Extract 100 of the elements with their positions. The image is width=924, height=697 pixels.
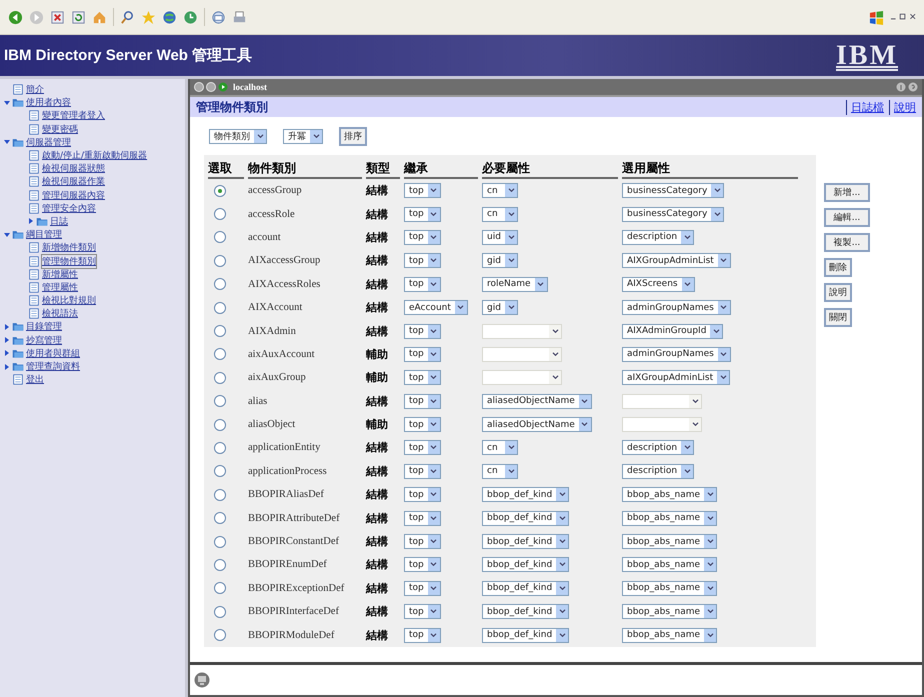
sort-order-dropdown[interactable]: 升冪 bbox=[283, 128, 323, 144]
action-button[interactable]: 刪除 bbox=[824, 258, 852, 277]
action-button[interactable]: 關閉 bbox=[824, 308, 852, 327]
collapsed-triangle-icon[interactable] bbox=[28, 218, 34, 224]
nav-link[interactable]: 登出 bbox=[26, 373, 44, 386]
optional-attribute-dropdown[interactable]: description bbox=[622, 464, 694, 479]
expanded-triangle-icon[interactable] bbox=[4, 232, 10, 238]
optional-attribute-dropdown[interactable]: bbop_abs_name bbox=[622, 487, 718, 502]
radio-button[interactable] bbox=[214, 278, 226, 290]
optional-attribute-dropdown[interactable]: bbop_abs_name bbox=[622, 628, 718, 643]
history-icon[interactable] bbox=[183, 10, 198, 24]
inherit-dropdown[interactable]: top bbox=[404, 628, 441, 643]
radio-button[interactable] bbox=[214, 372, 226, 384]
radio-button[interactable] bbox=[214, 254, 226, 267]
nav-link[interactable]: 綱目管理 bbox=[26, 228, 62, 242]
sort-field-dropdown[interactable]: 物件類別 bbox=[209, 128, 267, 144]
back-icon[interactable] bbox=[8, 10, 23, 24]
nav-link[interactable]: 新增物件類別 bbox=[42, 241, 96, 254]
inherit-dropdown[interactable]: top bbox=[404, 394, 441, 409]
inherit-dropdown[interactable]: top bbox=[404, 346, 441, 362]
radio-button[interactable] bbox=[214, 606, 226, 618]
collapsed-triangle-icon[interactable] bbox=[4, 364, 10, 370]
header-link[interactable]: 日誌檔 bbox=[846, 100, 884, 114]
monitor-icon[interactable] bbox=[194, 672, 210, 688]
required-attribute-dropdown[interactable]: bbop_def_kind bbox=[482, 580, 570, 596]
optional-attribute-dropdown[interactable]: adminGroupNames bbox=[622, 346, 731, 362]
nav-link[interactable]: 管理安全內容 bbox=[42, 202, 96, 215]
inherit-dropdown[interactable]: top bbox=[404, 370, 441, 386]
nav-link[interactable]: 管理伺服器內容 bbox=[42, 188, 105, 202]
required-attribute-dropdown[interactable]: bbop_def_kind bbox=[482, 604, 570, 620]
radio-button[interactable] bbox=[214, 325, 226, 338]
nav-link[interactable]: 變更密碼 bbox=[42, 122, 78, 136]
nav-link[interactable]: 使用者內容 bbox=[26, 96, 71, 110]
nav-link[interactable]: 檢視語法 bbox=[42, 307, 78, 320]
radio-button[interactable] bbox=[214, 629, 226, 642]
header-link[interactable]: 說明 bbox=[889, 100, 916, 114]
nav-link[interactable]: 啟動/停止/重新啟動伺服器 bbox=[42, 149, 148, 162]
radio-button[interactable] bbox=[214, 558, 226, 571]
radio-button[interactable] bbox=[214, 231, 226, 244]
collapsed-triangle-icon[interactable] bbox=[4, 324, 10, 330]
collapsed-triangle-icon[interactable] bbox=[4, 350, 10, 356]
required-attribute-dropdown[interactable]: aliasedObjectName bbox=[482, 417, 592, 432]
nav-link[interactable]: 日誌 bbox=[50, 214, 68, 228]
nav-link[interactable]: 伺服器管理 bbox=[26, 136, 71, 149]
optional-attribute-dropdown[interactable]: businessCategory bbox=[622, 183, 724, 198]
expanded-triangle-icon[interactable] bbox=[4, 100, 10, 106]
nav-link[interactable]: 檢視伺服器狀態 bbox=[42, 162, 105, 176]
expanded-triangle-icon[interactable] bbox=[4, 139, 10, 146]
action-button[interactable]: 新增... bbox=[824, 183, 870, 202]
required-attribute-dropdown[interactable]: cn bbox=[482, 464, 518, 479]
home-icon[interactable] bbox=[92, 10, 107, 24]
radio-button[interactable] bbox=[214, 395, 226, 408]
optional-attribute-dropdown[interactable]: bbop_abs_name bbox=[622, 510, 718, 526]
optional-attribute-dropdown[interactable]: adminGroupNames bbox=[622, 300, 731, 316]
nav-link[interactable]: 管理查詢資料 bbox=[26, 360, 80, 374]
stop-icon[interactable] bbox=[50, 10, 65, 24]
inherit-dropdown[interactable]: top bbox=[404, 557, 441, 572]
inherit-dropdown[interactable]: top bbox=[404, 440, 441, 456]
inherit-dropdown[interactable]: top bbox=[404, 464, 441, 479]
optional-attribute-dropdown[interactable]: AIXGroupAdminList bbox=[622, 253, 731, 268]
radio-button[interactable] bbox=[214, 184, 226, 197]
inherit-dropdown[interactable]: top bbox=[404, 253, 441, 268]
optional-attribute-dropdown[interactable]: description bbox=[622, 230, 694, 245]
nav-link[interactable]: 管理屬性 bbox=[42, 280, 78, 294]
inherit-dropdown[interactable]: top bbox=[404, 534, 441, 550]
optional-attribute-dropdown[interactable]: AIXAdminGroupId bbox=[622, 324, 724, 339]
action-button[interactable]: 說明 bbox=[824, 283, 852, 302]
action-button[interactable]: 編輯... bbox=[824, 208, 870, 227]
inherit-dropdown[interactable]: top bbox=[404, 276, 441, 292]
radio-button[interactable] bbox=[214, 512, 226, 524]
nav-link[interactable]: 抄寫管理 bbox=[26, 334, 62, 347]
inherit-dropdown[interactable]: top bbox=[404, 230, 441, 245]
required-attribute-dropdown[interactable]: bbop_def_kind bbox=[482, 628, 570, 643]
nav-link[interactable]: 管理物件類別 bbox=[42, 254, 96, 268]
action-button[interactable]: 複製... bbox=[824, 233, 870, 252]
required-attribute-dropdown[interactable]: bbop_def_kind bbox=[482, 534, 570, 550]
required-attribute-dropdown[interactable]: aliasedObjectName bbox=[482, 394, 592, 409]
required-attribute-dropdown[interactable]: bbop_def_kind bbox=[482, 510, 570, 526]
required-attribute-dropdown[interactable]: bbop_def_kind bbox=[482, 487, 570, 502]
nav-link[interactable]: 檢視比對規則 bbox=[42, 294, 96, 308]
optional-attribute-dropdown[interactable]: businessCategory bbox=[622, 206, 724, 222]
nav-link[interactable]: 目錄管理 bbox=[26, 320, 62, 334]
print-icon[interactable] bbox=[232, 10, 247, 24]
radio-button[interactable] bbox=[214, 536, 226, 548]
info-icon[interactable] bbox=[896, 82, 906, 92]
search-icon[interactable] bbox=[120, 10, 135, 24]
nav-link[interactable]: 檢視伺服器作業 bbox=[42, 175, 105, 188]
required-attribute-dropdown[interactable]: gid bbox=[482, 300, 518, 316]
required-attribute-dropdown[interactable]: uid bbox=[482, 230, 518, 245]
radio-button[interactable] bbox=[214, 302, 226, 314]
nav-link[interactable]: 使用者與群組 bbox=[26, 346, 80, 360]
optional-attribute-dropdown[interactable]: bbop_abs_name bbox=[622, 604, 718, 620]
nav-link[interactable]: 簡介 bbox=[26, 83, 44, 96]
refresh-icon[interactable] bbox=[71, 10, 86, 24]
help-icon[interactable] bbox=[908, 82, 918, 92]
inherit-dropdown[interactable]: top bbox=[404, 324, 441, 339]
inherit-dropdown[interactable]: top bbox=[404, 417, 441, 432]
radio-button[interactable] bbox=[214, 418, 226, 431]
collapsed-triangle-icon[interactable] bbox=[4, 337, 10, 344]
required-attribute-dropdown[interactable]: cn bbox=[482, 206, 518, 222]
